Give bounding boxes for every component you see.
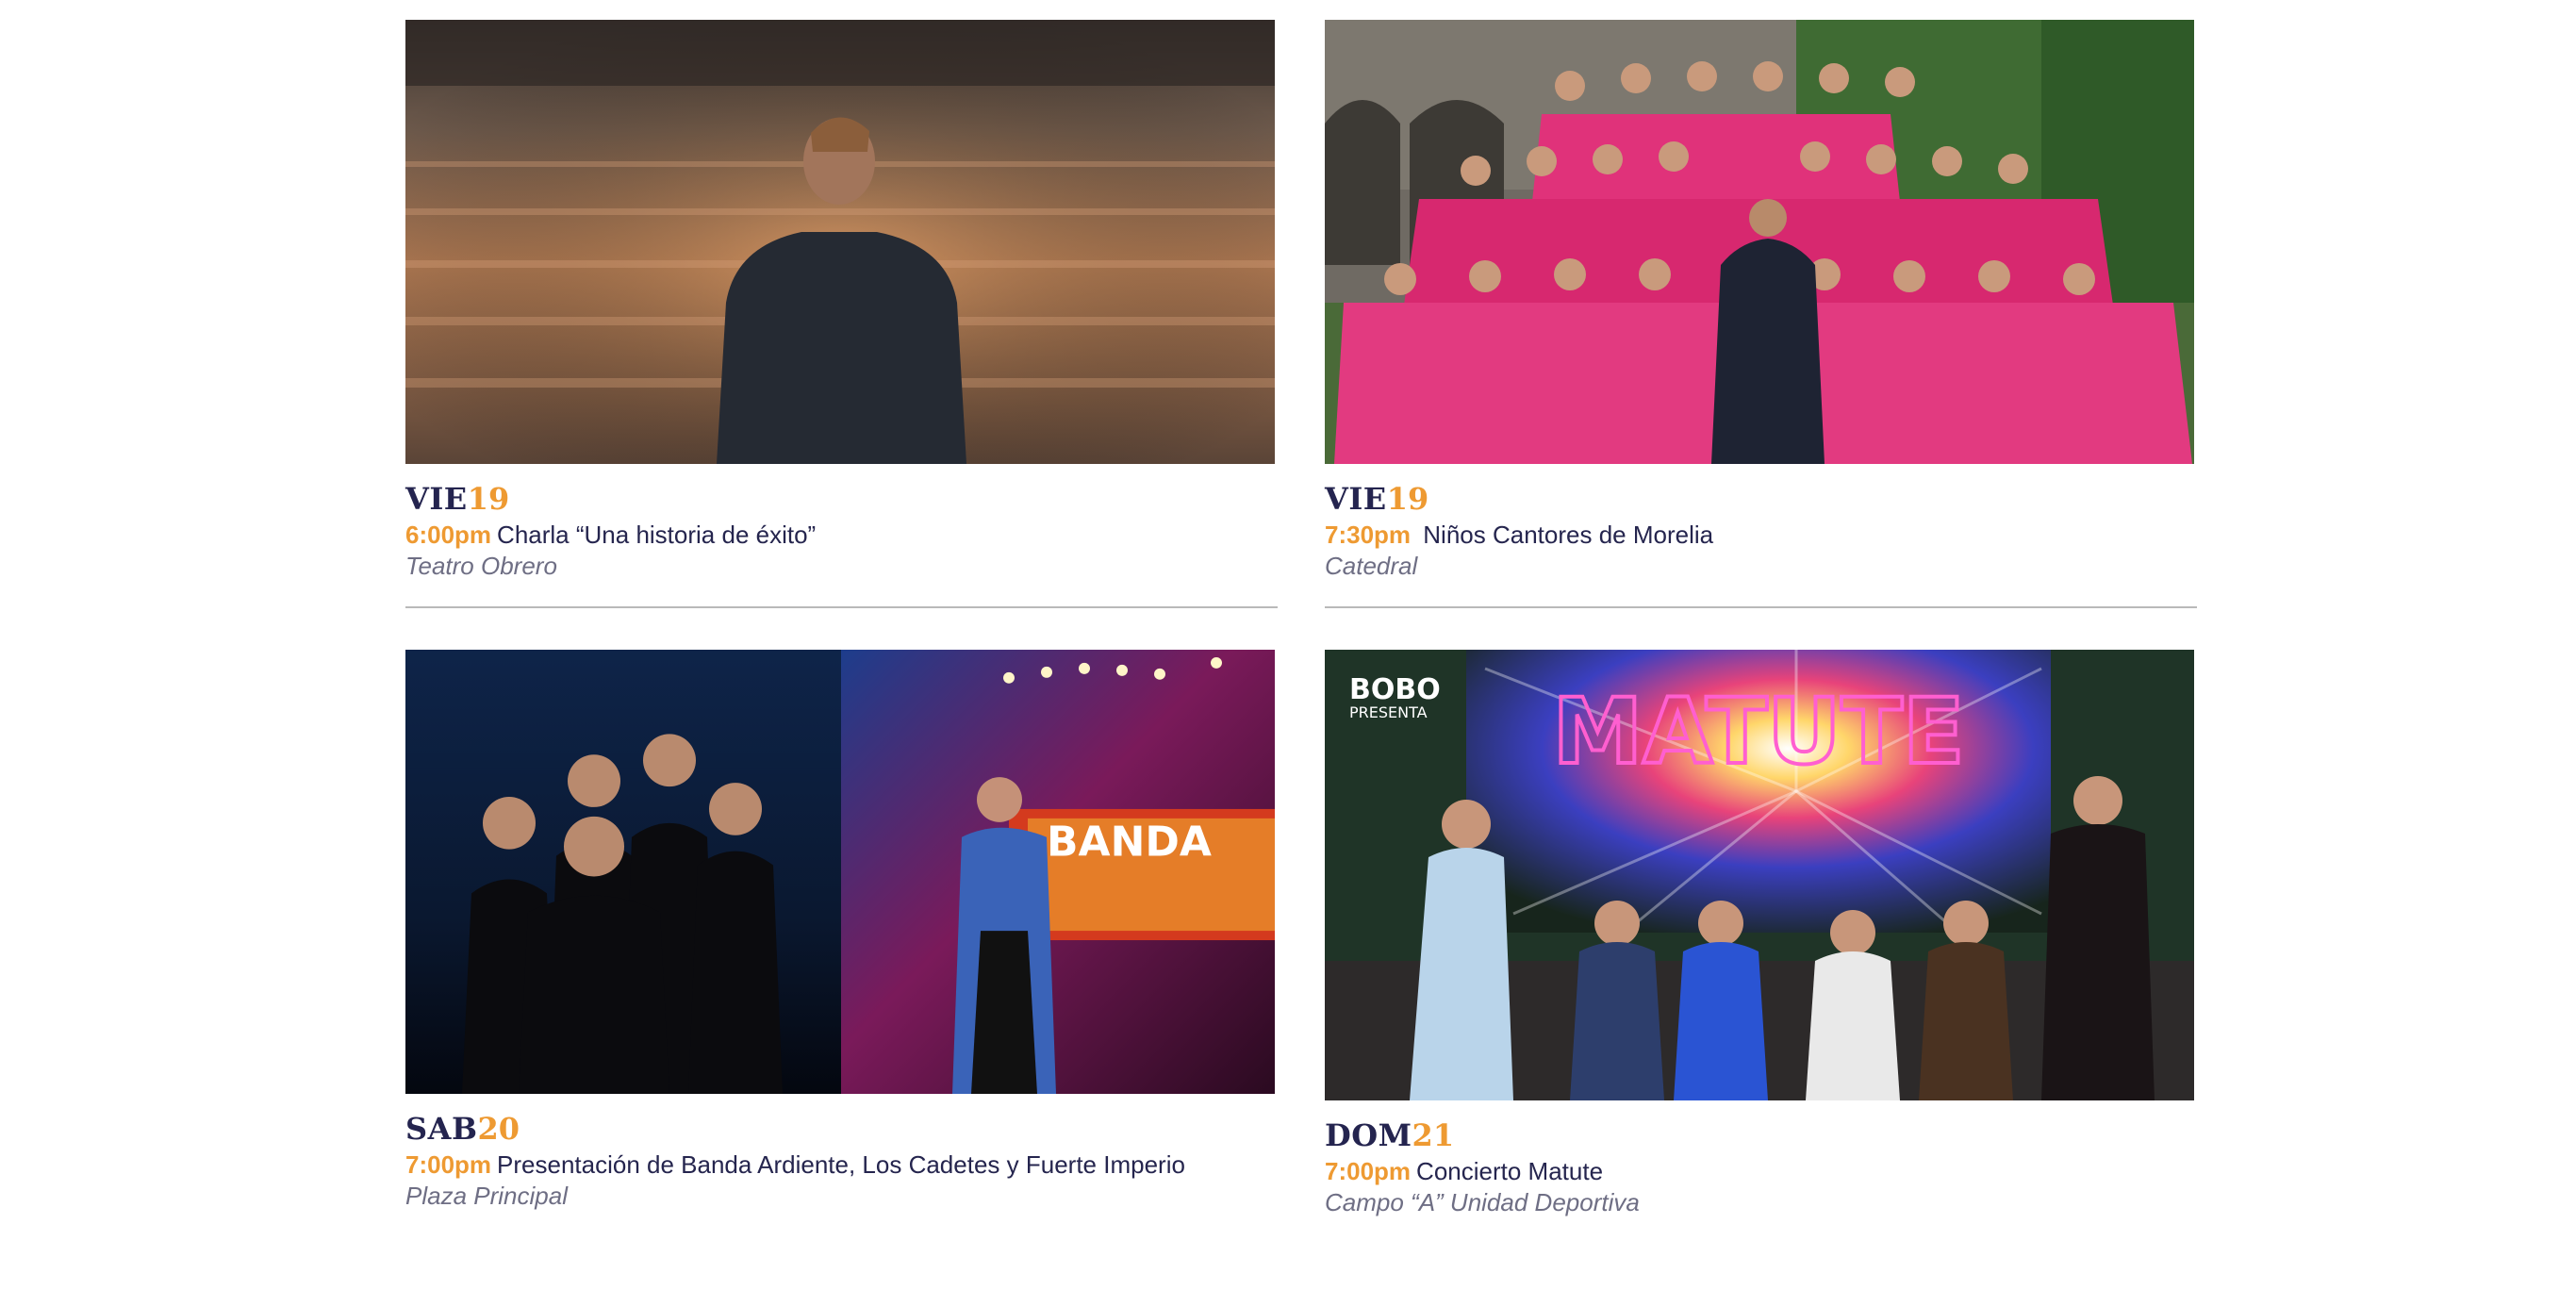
event-venue: Catedral <box>1325 552 1418 580</box>
stage-banner-text: BANDA <box>1047 819 1212 867</box>
event-venue: Teatro Obrero <box>405 552 557 580</box>
event-card-charla[interactable]: VIE19 6:00pm Charla “Una historia de éxit… <box>405 20 1282 581</box>
event-title[interactable]: Charla “Una historia de éxito” <box>497 521 816 549</box>
choir-image <box>1325 20 2194 464</box>
event-date: DOM21 <box>1325 1116 2202 1155</box>
event-day: SAB <box>405 1111 478 1147</box>
event-photo-matute-poster[interactable]: BOBO PRESENTA MATUTE <box>1325 650 2194 1100</box>
event-photo-choir[interactable] <box>1325 20 2194 464</box>
event-day: DOM <box>1325 1117 1412 1153</box>
event-day: VIE <box>405 481 468 517</box>
event-title[interactable]: Concierto Matute <box>1416 1157 1603 1185</box>
event-day: VIE <box>1325 481 1387 517</box>
event-date-number: 20 <box>477 1111 520 1147</box>
event-date: VIE19 <box>405 479 1282 519</box>
bands-collage-image: BANDA <box>405 650 1275 1094</box>
event-photo-bands[interactable]: BANDA <box>405 650 1275 1094</box>
event-card-banda-ardiente[interactable]: BANDA SAB20 7:00pm Presentación de Banda … <box>405 650 1282 1211</box>
event-date-number: 21 <box>1412 1117 1455 1153</box>
event-card-ninos-cantores[interactable]: VIE19 7:30pm Niños Cantores de Morelia C… <box>1325 20 2202 581</box>
event-date: VIE19 <box>1325 479 2202 519</box>
row-divider-left <box>405 606 1278 608</box>
matute-poster-image: BOBO PRESENTA MATUTE <box>1325 650 2194 1100</box>
event-time-title: 7:00pm Concierto Matute <box>1325 1155 2202 1187</box>
event-time-title: 7:00pm Presentación de Banda Ardiente, Lo… <box>405 1149 1282 1181</box>
event-title[interactable]: Niños Cantores de Morelia <box>1416 521 1713 549</box>
event-venue: Plaza Principal <box>405 1182 568 1210</box>
event-venue: Campo “A” Unidad Deportiva <box>1325 1188 1640 1216</box>
event-date: SAB20 <box>405 1109 1282 1149</box>
poster-presenter: PRESENTA <box>1349 703 1428 721</box>
event-card-matute[interactable]: BOBO PRESENTA MATUTE DOM21 7:00pm Concier… <box>1325 650 2202 1217</box>
event-time: 7:30pm <box>1325 521 1412 549</box>
event-time: 7:00pm <box>405 1150 492 1179</box>
row-divider-right <box>1325 606 2197 608</box>
event-title[interactable]: Presentación de Banda Ardiente, Los Cade… <box>497 1150 1185 1179</box>
speaker-audience-image <box>405 20 1275 464</box>
event-date-number: 19 <box>467 481 510 517</box>
event-date-number: 19 <box>1386 481 1429 517</box>
event-photo-speaker[interactable] <box>405 20 1275 464</box>
event-time-title: 6:00pm Charla “Una historia de éxito” <box>405 519 1282 551</box>
poster-brand: BOBO <box>1349 673 1441 706</box>
band-logo-text: MATUTE <box>1553 679 1965 785</box>
event-time: 6:00pm <box>405 521 492 549</box>
event-time-title: 7:30pm Niños Cantores de Morelia <box>1325 519 2202 551</box>
event-time: 7:00pm <box>1325 1157 1412 1185</box>
